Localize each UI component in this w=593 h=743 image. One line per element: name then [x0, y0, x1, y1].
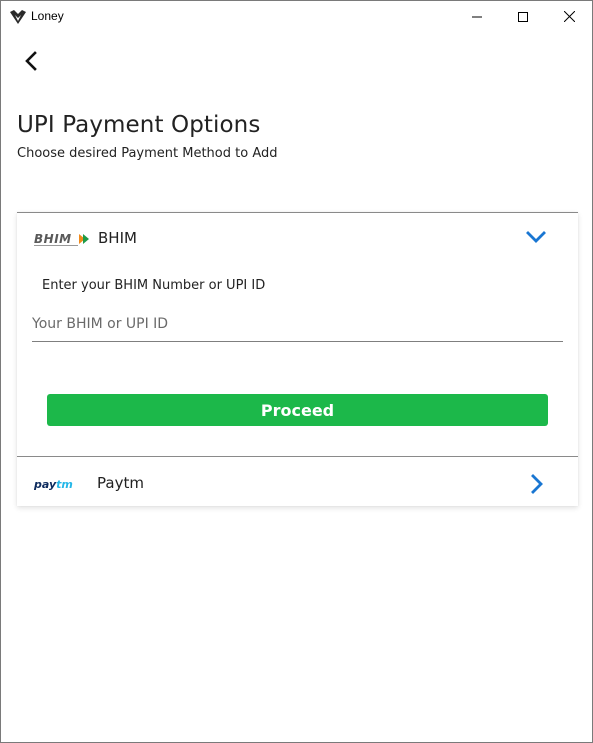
option-bhim-label: BHIM [98, 229, 137, 247]
minimize-button[interactable] [454, 1, 500, 32]
upi-field-label: Enter your BHIM Number or UPI ID [42, 278, 266, 293]
app-window: Loney UPI Payment Options Choose desired… [0, 0, 593, 743]
proceed-button[interactable]: Proceed [47, 394, 548, 426]
divider [17, 456, 578, 457]
page-title: UPI Payment Options [17, 112, 261, 138]
chevron-down-icon[interactable] [525, 229, 547, 245]
back-button[interactable] [21, 50, 43, 72]
paytm-logo: paytm [34, 478, 73, 491]
maximize-button[interactable] [500, 1, 546, 32]
svg-text:BHIM: BHIM [34, 232, 72, 246]
page-subtitle: Choose desired Payment Method to Add [17, 146, 278, 161]
maximize-icon [518, 11, 528, 22]
chevron-left-icon [25, 51, 37, 71]
minimize-icon [472, 16, 482, 17]
app-logo-icon [10, 10, 26, 24]
option-paytm-label: Paytm [97, 474, 144, 492]
payment-options-list: BHIM BHIM Enter your BHIM Number or UPI … [17, 212, 578, 506]
divider [17, 212, 578, 213]
window-title: Loney [31, 9, 64, 23]
title-bar: Loney [1, 1, 592, 32]
bhim-logo: BHIM [34, 232, 89, 246]
chevron-right-icon[interactable] [529, 473, 545, 495]
upi-id-input[interactable] [32, 307, 563, 342]
close-button[interactable] [546, 1, 592, 32]
close-icon [563, 11, 575, 22]
svg-text:paytm: paytm [34, 478, 73, 491]
